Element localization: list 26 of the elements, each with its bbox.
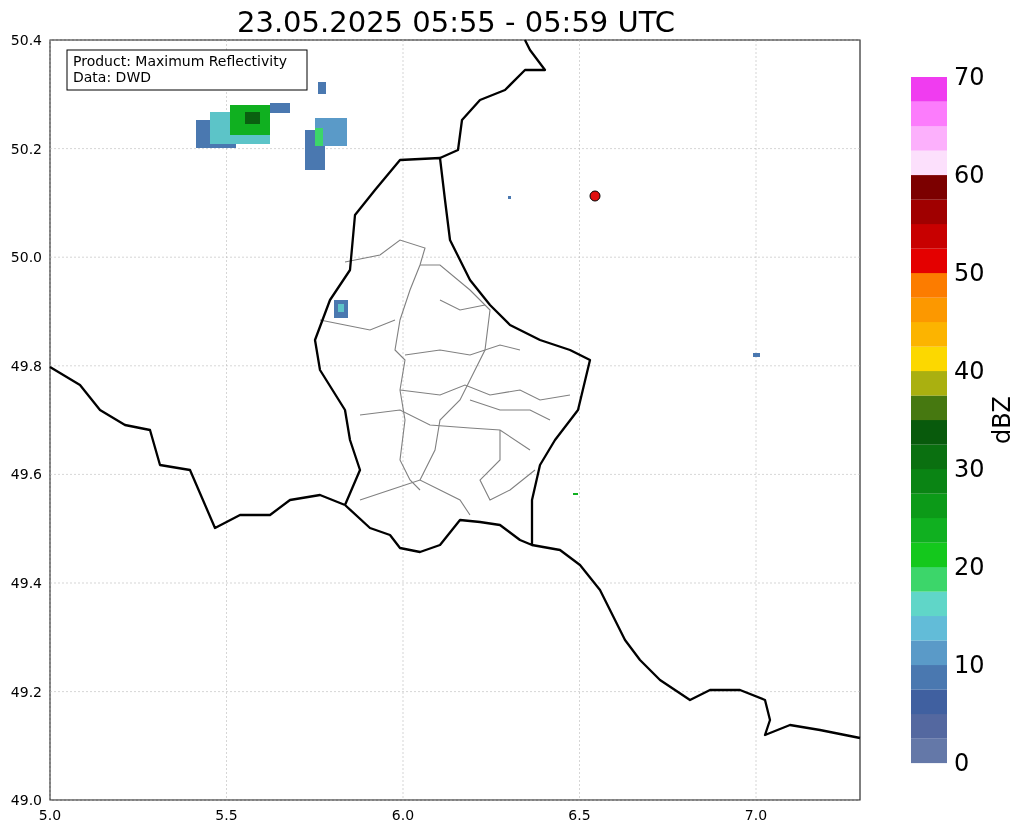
info-text: Product: Maximum Reflectivity	[73, 53, 287, 69]
colorbar-tick-label: 50	[954, 259, 985, 287]
x-tick-label: 5.0	[38, 807, 62, 823]
colorbar-tick-label: 60	[954, 161, 985, 189]
y-tick-label: 50.0	[10, 249, 42, 266]
colorbar-tick-label: 10	[954, 651, 985, 679]
y-tick-label: 49.4	[10, 575, 42, 591]
x-tick-label: 7.0	[744, 807, 768, 823]
info-text: Data: DWD	[73, 69, 151, 85]
y-tick-label: 50.2	[10, 140, 42, 157]
colorbar-label: dBZ	[988, 395, 1016, 445]
y-tick-label: 49.8	[10, 357, 42, 374]
colorbar-tick-label: 70	[954, 63, 985, 91]
x-tick-label: 6.0	[391, 807, 415, 823]
colorbar-tick-label: 40	[954, 357, 985, 385]
colorbar-tick-label: 30	[954, 455, 985, 483]
location-marker	[589, 190, 601, 202]
y-tick-label: 49.2	[10, 683, 42, 700]
y-tick-label: 50.4	[10, 32, 42, 48]
x-tick-label: 6.5	[568, 807, 591, 823]
colorbar-tick-label: 20	[954, 553, 985, 581]
colorbar-tick-label: 0	[954, 749, 970, 777]
chart-title: 23.05.2025 05:55 - 05:59 UTC	[237, 5, 675, 39]
y-tick-label: 49.6	[10, 466, 42, 483]
x-tick-label: 5.5	[215, 807, 238, 823]
y-tick-label: 49.0	[10, 792, 42, 809]
